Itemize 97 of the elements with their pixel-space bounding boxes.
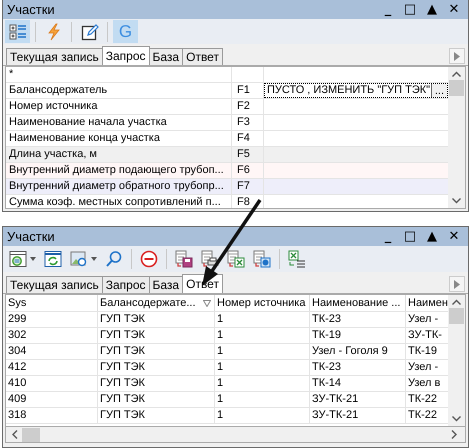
- table-cell: 1: [215, 376, 310, 391]
- search-icon: [105, 250, 123, 268]
- tab[interactable]: База: [148, 48, 184, 65]
- table-cell: 409: [6, 392, 98, 407]
- maximize-button[interactable]: □: [400, 228, 420, 246]
- tab[interactable]: Текущая запись: [6, 48, 103, 65]
- column-header[interactable]: Номер источника: [215, 295, 310, 311]
- table-cell: ТК-23: [310, 312, 406, 327]
- horizontal-scrollbar[interactable]: [5, 427, 466, 443]
- tab-scroll-button[interactable]: [449, 48, 465, 64]
- table-cell: ЗУ-ТК-21: [310, 408, 406, 423]
- table-cell: 412: [6, 360, 98, 375]
- field-name-cell: Наименование начала участка: [6, 115, 232, 130]
- table-cell: ЗУ-ТК-21: [310, 392, 406, 407]
- table-print-icon: [201, 250, 219, 268]
- table-globe-icon: [253, 250, 271, 268]
- field-name-cell: Наименование конца участка: [6, 131, 232, 146]
- column-header[interactable]: Балансодержате...: [98, 295, 215, 311]
- close-button[interactable]: ✕: [444, 0, 464, 18]
- field-code-cell: F5: [232, 147, 264, 162]
- panel-title: Участки: [7, 229, 56, 244]
- tree-list-icon: [8, 22, 26, 40]
- field-code-cell: F2: [232, 99, 264, 114]
- table-cell: ГУП ТЭК: [98, 376, 215, 391]
- table-save-icon: [175, 250, 193, 268]
- column-header[interactable]: Sys: [6, 295, 98, 311]
- refresh-icon: [44, 250, 62, 268]
- table-cell: 1: [215, 408, 310, 423]
- spreadsheet-export-icon: [288, 250, 306, 268]
- field-code-cell: F6: [232, 163, 264, 178]
- table-cell: ГУП ТЭК: [98, 392, 215, 407]
- table-cell: 410: [6, 376, 98, 391]
- tab[interactable]: Ответ: [182, 48, 223, 65]
- table-cell: 1: [215, 312, 310, 327]
- toolbar-button[interactable]: [5, 20, 30, 43]
- table-cell: ТК-23: [310, 360, 406, 375]
- tab[interactable]: База: [148, 276, 184, 293]
- column-header[interactable]: Наименование ...: [310, 295, 406, 311]
- table-cell: ГУП ТЭК: [98, 360, 215, 375]
- scrollbar-thumb[interactable]: [449, 308, 464, 324]
- table-cell: 299: [6, 312, 98, 327]
- field-name-cell: Балансодержатель: [6, 83, 232, 98]
- scrollbar-thumb[interactable]: [22, 428, 40, 442]
- minimize-button[interactable]: _: [378, 0, 398, 18]
- table-cell: 304: [6, 344, 98, 359]
- field-name-cell: Длина участка, м: [6, 147, 232, 162]
- ellipsis-button[interactable]: ...: [430, 84, 447, 97]
- tab[interactable]: Запрос: [102, 276, 150, 293]
- toolbar-button[interactable]: [42, 248, 64, 270]
- collapse-button[interactable]: ▲: [422, 228, 442, 246]
- field-name-cell: Внутренний диаметр обратного трубопр...: [6, 179, 232, 194]
- maximize-button[interactable]: □: [400, 0, 420, 18]
- table-cell: 318: [6, 408, 98, 423]
- table-refresh-icon: [9, 250, 27, 268]
- tab-scroll-button[interactable]: [449, 276, 465, 292]
- scrollbar-thumb[interactable]: [449, 80, 464, 96]
- table-cell: ТК-14: [310, 376, 406, 391]
- table-cell: 1: [215, 344, 310, 359]
- field-name-cell: Номер источника: [6, 99, 232, 114]
- panel-title: Участки: [7, 2, 56, 17]
- image-search-icon: [70, 250, 88, 268]
- field-code-cell: F7: [232, 179, 264, 194]
- tab[interactable]: Текущая запись: [6, 276, 103, 293]
- table-cell: ГУП ТЭК: [98, 408, 215, 423]
- toolbar-button[interactable]: [225, 248, 247, 270]
- table-cell: ГУП ТЭК: [98, 328, 215, 343]
- field-code-cell: F8: [232, 195, 264, 208]
- table-spreadsheet-icon: [227, 250, 245, 268]
- table-cell: 302: [6, 328, 98, 343]
- table-cell: ГУП ТЭК: [98, 344, 215, 359]
- table-cell: Узел - Гоголя 9: [310, 344, 406, 359]
- value-input-field[interactable]: ПУСТО , ИЗМЕНИТЬ "ГУП ТЭК" ...: [264, 83, 448, 98]
- field-name-cell: Внутренний диаметр подающего трубоп...: [6, 163, 232, 178]
- tab[interactable]: Запрос: [102, 46, 150, 65]
- field-code-cell: F4: [232, 131, 264, 146]
- field-value: ПУСТО , ИЗМЕНИТЬ "ГУП ТЭК": [267, 84, 431, 97]
- stop-icon: [140, 250, 158, 268]
- table-cell: 1: [215, 360, 310, 375]
- table-cell: ТК-19: [310, 328, 406, 343]
- edit-icon: [80, 22, 98, 40]
- close-button[interactable]: ✕: [444, 228, 464, 246]
- field-code-cell: F3: [232, 115, 264, 130]
- right-arrow-icon: [454, 52, 460, 60]
- table-cell: 1: [215, 392, 310, 407]
- minimize-button[interactable]: _: [378, 228, 398, 246]
- toolbar-button[interactable]: [173, 248, 195, 270]
- field-name-cell: *: [6, 67, 232, 82]
- right-arrow-icon: [454, 280, 460, 288]
- field-name-cell: Сумма коэф. местных сопротивлений п...: [6, 195, 232, 208]
- toolbar-button[interactable]: [7, 248, 38, 270]
- toolbar-button[interactable]: [286, 248, 308, 270]
- table-cell: 1: [215, 328, 310, 343]
- vertical-scrollbar[interactable]: [448, 295, 465, 426]
- collapse-button[interactable]: ▲: [422, 0, 442, 18]
- table-cell: ГУП ТЭК: [98, 312, 215, 327]
- vertical-scrollbar[interactable]: [448, 67, 465, 208]
- field-code-cell: F1: [232, 83, 264, 98]
